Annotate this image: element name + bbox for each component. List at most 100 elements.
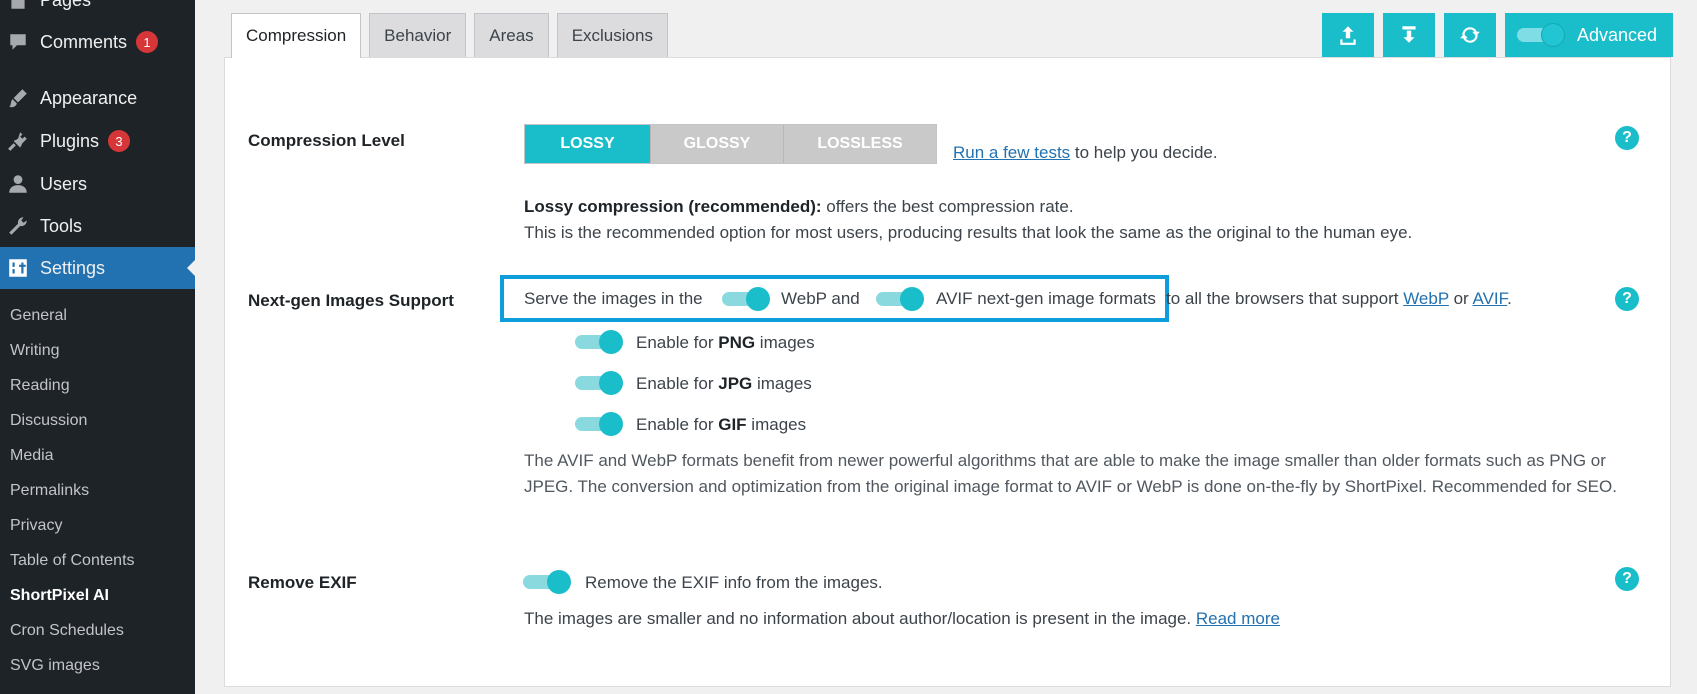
lossless-option[interactable]: LOSSLESS — [784, 125, 936, 163]
period-text: . — [1507, 289, 1512, 308]
menu-item-plugins[interactable]: Plugins 3 — [0, 120, 195, 162]
compression-level-label: Compression Level — [248, 131, 405, 150]
submenu-privacy[interactable]: Privacy — [0, 508, 195, 543]
png-pre: Enable for — [636, 333, 719, 352]
submenu-writing[interactable]: Writing — [0, 333, 195, 368]
menu-item-tools[interactable]: Tools — [0, 205, 195, 247]
jpg-pre: Enable for — [636, 374, 719, 393]
submenu-shortpixel-ai[interactable]: ShortPixel AI — [0, 578, 195, 613]
menu-label: Tools — [40, 215, 83, 236]
lossy-option[interactable]: LOSSY — [525, 125, 651, 163]
webp-toggle[interactable] — [722, 285, 770, 313]
menu-item-users[interactable]: Users — [0, 163, 195, 205]
settings-panel — [224, 57, 1671, 687]
advanced-toggle[interactable]: Advanced — [1505, 13, 1673, 57]
tab-behavior[interactable]: Behavior — [369, 13, 467, 57]
compression-help-icon[interactable]: ? — [1615, 126, 1639, 150]
comments-count-badge: 1 — [136, 31, 159, 53]
submenu-cron-schedules[interactable]: Cron Schedules — [0, 613, 195, 648]
menu-item-pages[interactable]: Pages — [0, 0, 195, 21]
avif-toggle[interactable] — [876, 285, 924, 313]
glossy-option[interactable]: GLOSSY — [651, 125, 784, 163]
nextgen-label: Next-gen Images Support — [248, 291, 454, 310]
toolbar: Advanced — [1322, 13, 1673, 57]
settings-submenu: General Writing Reading Discussion Media… — [0, 298, 195, 683]
gif-bold: GIF — [718, 415, 747, 434]
png-post: images — [755, 333, 815, 352]
menu-item-settings[interactable]: Settings — [0, 247, 195, 289]
avif-link[interactable]: AVIF — [1473, 289, 1508, 308]
exif-description: The images are smaller and no informatio… — [524, 609, 1280, 629]
tests-hint: Run a few tests to help you decide. — [953, 143, 1218, 163]
exif-toggle-text: Remove the EXIF info from the images. — [585, 573, 883, 592]
webp-label: WebP and — [781, 289, 860, 308]
import-button[interactable] — [1383, 13, 1435, 57]
remove-exif-label: Remove EXIF — [248, 573, 357, 592]
submenu-reading[interactable]: Reading — [0, 368, 195, 403]
browser-support-text: to all the browsers that support WebP or… — [1166, 289, 1512, 309]
advanced-switch[interactable] — [1517, 23, 1565, 47]
nextgen-description: The AVIF and WebP formats benefit from n… — [524, 451, 1617, 496]
download-icon — [1402, 26, 1416, 43]
run-tests-link[interactable]: Run a few tests — [953, 143, 1070, 162]
menu-label: Settings — [40, 257, 106, 278]
tab-exclusions[interactable]: Exclusions — [556, 13, 668, 57]
menu-label: Comments — [40, 31, 128, 52]
menu-label: Appearance — [40, 87, 138, 108]
gif-pre: Enable for — [636, 415, 719, 434]
brush-icon — [7, 87, 29, 109]
compression-desc-rest: offers the best compression rate. — [821, 197, 1074, 216]
serve-prefix: Serve the images in the — [524, 289, 703, 308]
submenu-permalinks[interactable]: Permalinks — [0, 473, 195, 508]
gif-toggle[interactable] — [575, 410, 623, 438]
jpg-toggle[interactable] — [575, 369, 623, 397]
plugins-count-badge: 3 — [108, 130, 131, 152]
admin-sidebar: Pages Comments 1 Appearance Plugins 3 Us… — [0, 0, 195, 694]
main-content: Compression Behavior Areas Exclusions Ad… — [195, 0, 1697, 694]
upload-icon — [1340, 26, 1356, 45]
menu-label: Pages — [40, 0, 91, 11]
wrench-icon — [7, 215, 29, 237]
exif-help-icon[interactable]: ? — [1615, 567, 1639, 591]
settings-icon — [7, 257, 29, 279]
submenu-general[interactable]: General — [0, 298, 195, 333]
exif-toggle[interactable] — [523, 568, 571, 596]
tab-areas[interactable]: Areas — [474, 13, 549, 57]
submenu-svg-images[interactable]: SVG images — [0, 648, 195, 683]
tab-compression[interactable]: Compression — [231, 13, 362, 58]
nextgen-help-icon[interactable]: ? — [1615, 287, 1639, 311]
jpg-bold: JPG — [718, 374, 753, 393]
menu-label: Users — [40, 173, 88, 194]
submenu-media[interactable]: Media — [0, 438, 195, 473]
refresh-icon — [1460, 27, 1480, 43]
settings-tabs: Compression Behavior Areas Exclusions — [231, 13, 676, 58]
plug-icon — [7, 130, 29, 152]
png-bold: PNG — [718, 333, 756, 352]
exif-desc-text: The images are smaller and no informatio… — [524, 609, 1196, 628]
tests-suffix: to help you decide. — [1070, 143, 1218, 162]
comment-icon — [7, 31, 29, 53]
jpg-label: Enable for JPG images — [636, 374, 812, 394]
png-toggle[interactable] — [575, 328, 623, 356]
menu-label: Plugins — [40, 130, 100, 151]
png-label: Enable for PNG images — [636, 333, 815, 353]
gif-post: images — [746, 415, 807, 434]
webp-link[interactable]: WebP — [1403, 289, 1449, 308]
export-button[interactable] — [1322, 13, 1374, 57]
compression-desc-bold: Lossy compression (recommended): — [524, 197, 822, 216]
or-text: or — [1448, 289, 1473, 308]
jpg-post: images — [752, 374, 812, 393]
user-icon — [7, 173, 29, 195]
reset-button[interactable] — [1444, 13, 1496, 57]
submenu-discussion[interactable]: Discussion — [0, 403, 195, 438]
menu-item-appearance[interactable]: Appearance — [0, 77, 195, 119]
pages-icon — [7, 0, 29, 11]
submenu-table-of-contents[interactable]: Table of Contents — [0, 543, 195, 578]
avif-label: AVIF next-gen image formats — [936, 289, 1156, 308]
read-more-link[interactable]: Read more — [1196, 609, 1280, 628]
compression-description: Lossy compression (recommended): offers … — [524, 197, 1074, 217]
gif-label: Enable for GIF images — [636, 415, 806, 435]
support-suffix: to all the browsers that support — [1166, 289, 1404, 308]
advanced-label: Advanced — [1577, 24, 1658, 45]
menu-item-comments[interactable]: Comments 1 — [0, 21, 195, 63]
